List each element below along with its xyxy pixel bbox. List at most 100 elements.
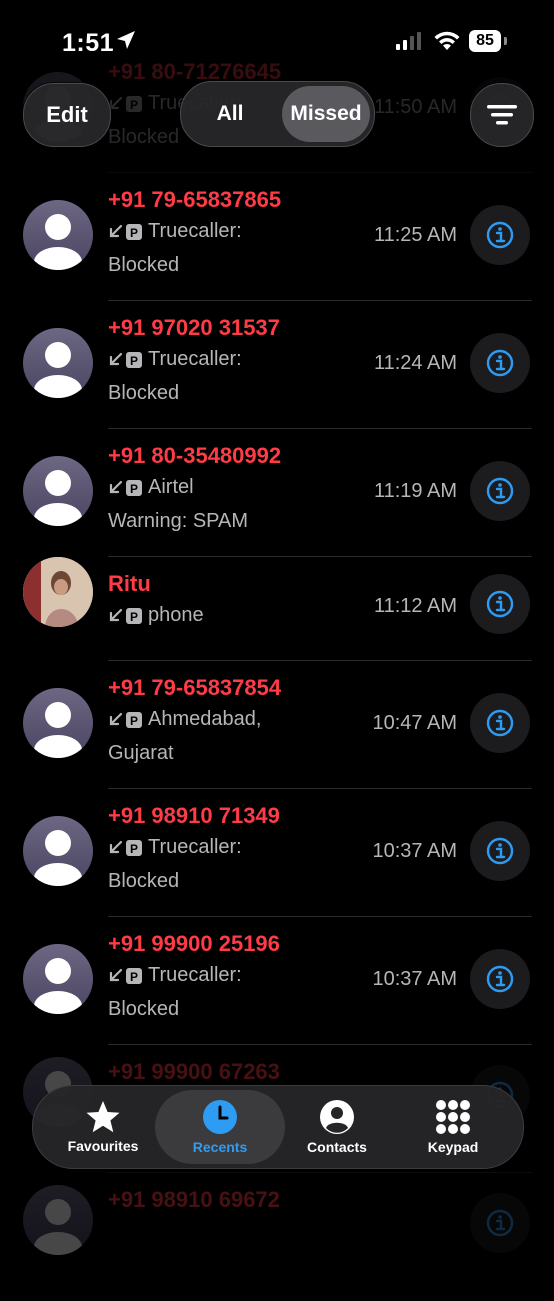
avatar-placeholder-icon <box>23 200 93 270</box>
info-button[interactable] <box>470 949 530 1009</box>
tab-keypad[interactable]: Keypad <box>391 1086 515 1168</box>
svg-text:P: P <box>130 714 138 728</box>
call-detail-line-2: Warning: SPAM <box>108 510 249 532</box>
keypad-icon <box>436 1100 470 1134</box>
call-detail-line-2: Blocked <box>108 254 180 276</box>
clock-icon <box>203 1100 237 1134</box>
call-row[interactable]: +91 98910 69672 <box>0 1173 554 1301</box>
call-time: 11:19 AM <box>373 480 457 502</box>
filter-missed-tab[interactable]: Missed <box>282 86 370 142</box>
avatar-placeholder-icon <box>23 688 93 758</box>
call-time: 10:47 AM <box>372 712 457 734</box>
incoming-call-arrow-icon: P <box>109 95 142 112</box>
call-row[interactable]: +91 79-65837854 P Ahmedabad, Gujarat 10:47 A… <box>0 661 554 789</box>
call-detail-text: Truecaller: <box>148 348 242 370</box>
tab-keypad-label: Keypad <box>427 1139 479 1155</box>
person-circle-icon <box>320 1100 354 1134</box>
incoming-call-arrow-icon: P <box>109 607 142 624</box>
info-circle-icon <box>486 1209 514 1237</box>
call-detail-text: Truecaller: <box>148 220 242 242</box>
svg-text:P: P <box>130 354 138 368</box>
avatar-placeholder-icon <box>23 328 93 398</box>
star-icon <box>86 1101 120 1133</box>
battery-tip <box>504 37 507 45</box>
caller-name: +91 99900 67263 <box>108 1059 280 1084</box>
filter-lines-icon <box>487 105 517 125</box>
call-detail-line: P Airtel <box>108 470 194 504</box>
call-time: 11:24 AM <box>373 352 457 374</box>
filter-menu-button[interactable] <box>470 83 534 147</box>
call-row[interactable]: +91 98910 71349 P Truecaller: Blocked 10:37 … <box>0 789 554 917</box>
info-button[interactable] <box>470 1193 530 1253</box>
call-detail-text: Truecaller: <box>148 836 242 858</box>
info-circle-icon <box>486 709 514 737</box>
tab-recents[interactable]: Recents <box>155 1090 285 1164</box>
call-detail-line: P Ahmedabad, <box>108 702 261 736</box>
call-detail-line-2: Gujarat <box>108 742 174 764</box>
incoming-call-arrow-icon: P <box>109 967 142 984</box>
info-button[interactable] <box>470 574 530 634</box>
call-detail-line-2: Blocked <box>108 382 180 404</box>
cellular-signal-icon <box>396 32 421 50</box>
incoming-call-arrow-icon: P <box>109 839 142 856</box>
caller-name: +91 98910 71349 <box>108 803 280 828</box>
call-detail-line-2: Blocked <box>108 126 180 148</box>
filter-all-tab[interactable]: All <box>185 86 275 142</box>
info-button[interactable] <box>470 693 530 753</box>
info-circle-icon <box>486 965 514 993</box>
call-detail-text: phone <box>148 604 204 626</box>
incoming-call-arrow-icon: P <box>109 223 142 240</box>
call-row[interactable]: +91 80-35480992 P Airtel Warning: SPAM 11:19… <box>0 429 554 557</box>
info-circle-icon <box>486 349 514 377</box>
caller-name: +91 79-65837854 <box>108 675 282 700</box>
incoming-call-arrow-icon: P <box>109 711 142 728</box>
caller-name: +91 79-65837865 <box>108 187 282 212</box>
svg-text:P: P <box>130 970 138 984</box>
call-detail-line: P Truecaller: <box>108 830 242 864</box>
info-button[interactable] <box>470 333 530 393</box>
tab-favourites[interactable]: Favourites <box>41 1086 165 1168</box>
call-time: 11:50 AM <box>373 96 457 118</box>
battery-level: 85 <box>469 30 501 52</box>
call-row[interactable]: +91 79-65837865 P Truecaller: Blocked 11:25 … <box>0 173 554 301</box>
caller-name: +91 99900 25196 <box>108 931 280 956</box>
avatar-placeholder-icon <box>23 1185 93 1255</box>
info-button[interactable] <box>470 461 530 521</box>
call-row[interactable]: +91 99900 25196 P Truecaller: Blocked 10:37 … <box>0 917 554 1045</box>
call-detail-line: P Truecaller: <box>108 214 242 248</box>
avatar-placeholder-icon <box>23 944 93 1014</box>
tab-favourites-label: Favourites <box>67 1138 139 1154</box>
call-detail-text: Truecaller: <box>148 964 242 986</box>
info-button[interactable] <box>470 821 530 881</box>
call-detail-line-2: Blocked <box>108 998 180 1020</box>
call-detail-line-2: Blocked <box>108 870 180 892</box>
tab-contacts-label: Contacts <box>307 1139 367 1155</box>
info-circle-icon <box>486 590 514 618</box>
call-time: 10:37 AM <box>372 840 457 862</box>
call-time: 11:12 AM <box>373 595 457 617</box>
status-time: 1:51 <box>62 29 115 57</box>
call-detail-text: Ahmedabad, <box>148 708 262 730</box>
call-detail-text: Airtel <box>148 476 194 498</box>
call-detail-line: Pphone <box>108 598 204 632</box>
edit-button[interactable]: Edit <box>23 83 111 147</box>
svg-text:P: P <box>130 842 138 856</box>
call-detail-line: P Truecaller: <box>108 342 242 376</box>
tab-contacts[interactable]: Contacts <box>275 1086 399 1168</box>
filter-segmented-control: All Missed <box>180 81 375 147</box>
incoming-call-arrow-icon: P <box>109 479 142 496</box>
info-button[interactable] <box>470 205 530 265</box>
call-time: 11:25 AM <box>373 224 457 246</box>
caller-name: +91 80-35480992 <box>108 443 282 468</box>
svg-text:P: P <box>130 226 138 240</box>
call-time: 10:37 AM <box>372 968 457 990</box>
call-row[interactable]: Ritu Pphone 11:12 AM <box>0 557 554 661</box>
call-row[interactable]: +91 97020 31537 P Truecaller: Blocked 11:24 … <box>0 301 554 429</box>
info-circle-icon <box>486 477 514 505</box>
avatar-placeholder-icon <box>23 816 93 886</box>
caller-name: +91 97020 31537 <box>108 315 280 340</box>
location-arrow-icon <box>117 31 135 49</box>
svg-text:P: P <box>130 98 138 112</box>
tab-bar: Favourites Recents Contacts Keypad <box>32 1085 524 1169</box>
avatar-placeholder-icon <box>23 456 93 526</box>
